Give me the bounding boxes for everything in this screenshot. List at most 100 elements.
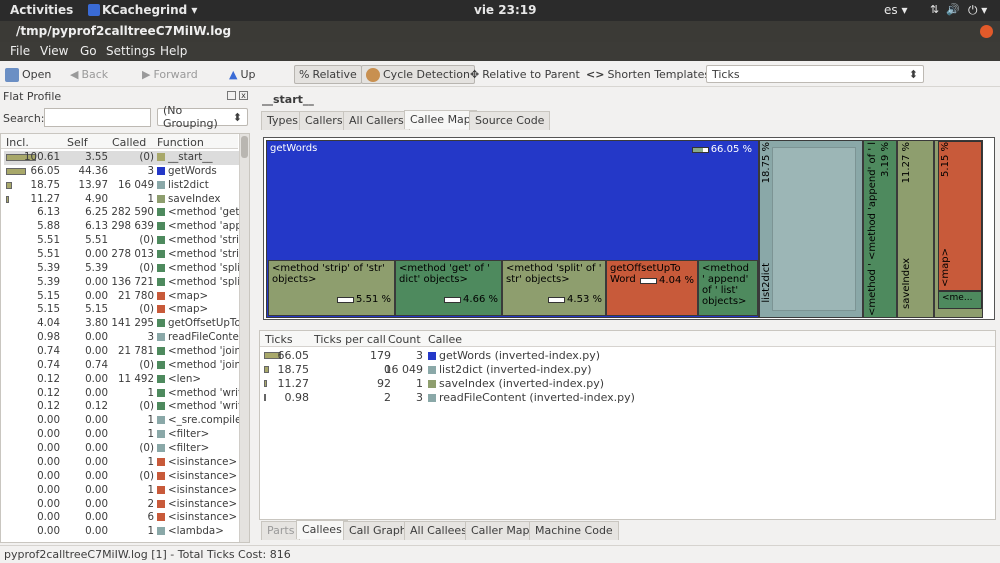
cycle-detection-toggle[interactable]: Cycle Detection (361, 65, 475, 84)
table-row[interactable]: 0.00 0.00 1 <lambda> (4, 525, 240, 539)
map-cell-strip[interactable]: <method 'strip' of 'str' objects> 5.51 % (268, 260, 395, 316)
table-row[interactable]: 0.12 0.00 1 <method 'writ (4, 387, 241, 401)
chevron-down-icon: ⬍ (232, 110, 242, 124)
relative-to-parent-button[interactable]: ✥ Relative to Parent (470, 65, 580, 84)
table-row[interactable]: 5.51 0.00 278 013 <method 'strip (4, 248, 241, 262)
table-row[interactable]: 0.00 0.00 6 <isinstance> (4, 511, 240, 525)
table-row[interactable]: 0.00 0.00 2 <isinstance> (4, 498, 240, 512)
table-row[interactable]: 11.27 92 1 saveIndex (inverted-index.py) (260, 377, 995, 391)
table-row[interactable]: 6.13 6.25 282 590 <method 'get' (4, 206, 241, 220)
shorten-templates-button[interactable]: <> Shorten Templates (586, 65, 710, 84)
table-row[interactable]: 5.88 6.13 298 639 <method 'appe (4, 220, 241, 234)
table-row[interactable]: 18.75 0 16 049 list2dict (inverted-index.py… (260, 363, 995, 377)
table-row[interactable]: 5.39 5.39 (0) <method 'split (4, 262, 241, 276)
incl-value: 18.75 (30, 178, 60, 191)
network-icon[interactable]: ⇅ (930, 3, 939, 16)
tab-source-code[interactable]: Source Code (469, 111, 551, 130)
map-cell-split[interactable]: <method 'split' of ' str' objects> 4.53 % (502, 260, 606, 316)
map-pct-method-append: 3.19 % (880, 142, 891, 177)
table-row[interactable]: 0.00 0.00 (0) <isinstance> (4, 470, 240, 484)
table-row[interactable]: 0.00 0.00 1 <isinstance> (4, 484, 240, 498)
table-row[interactable]: 0.00 0.00 1 <filter> (4, 428, 240, 442)
volume-icon[interactable]: 🔊 (946, 3, 960, 16)
tab-parts[interactable]: Parts (261, 521, 301, 540)
tab-machine-code[interactable]: Machine Code (529, 521, 619, 540)
map-cell-me[interactable]: <me... (938, 291, 982, 309)
map-cell-getoffset[interactable]: getOffsetUpTo Word 4.04 % (606, 260, 698, 316)
col-called[interactable]: Called (112, 136, 146, 149)
vertical-scrollbar[interactable] (239, 134, 249, 542)
table-row[interactable]: 66.05 179 3 getWords (inverted-index.py) (260, 349, 995, 363)
close-panel-icon[interactable]: x (239, 91, 248, 100)
search-input[interactable] (44, 108, 151, 127)
tab-types[interactable]: Types (261, 111, 304, 130)
power-menu-button[interactable]: ⏻ ▾ (968, 3, 987, 18)
table-row[interactable]: 0.12 0.00 11 492 <len> (4, 373, 240, 387)
clock[interactable]: vie 23:19 (474, 3, 536, 17)
table-row[interactable]: 5.15 5.15 (0) <map> (4, 303, 240, 317)
activities-button[interactable]: Activities (10, 3, 73, 17)
tab-all-callers[interactable]: All Callers (343, 111, 410, 130)
menu-file[interactable]: File (10, 44, 30, 58)
up-button[interactable]: ▲ Up (229, 65, 256, 84)
table-row[interactable]: 0.00 0.00 (0) <filter> (4, 442, 240, 456)
self-value: 4.90 (85, 192, 108, 205)
table-row[interactable]: 100.61 3.55 (0) __start__ (4, 151, 240, 165)
open-button[interactable]: Open (5, 65, 51, 84)
tab-all-callees[interactable]: All Callees (404, 521, 473, 540)
map-cell-list2dict[interactable] (759, 140, 863, 318)
table-row[interactable]: 0.98 0.00 3 readFileConte (4, 331, 240, 345)
table-row[interactable]: 0.98 2 3 readFileContent (inverted-index.py… (260, 391, 995, 405)
grouping-select[interactable]: (No Grouping) ⬍ (157, 104, 248, 130)
map-pct-saveindex: 11.27 % (901, 142, 912, 184)
menu-settings[interactable]: Settings (106, 44, 155, 58)
table-row[interactable]: 0.00 0.00 1 <isinstance> (4, 456, 240, 470)
menu-view[interactable]: View (40, 44, 68, 58)
forward-button[interactable]: ▶ Forward (142, 65, 198, 84)
table-row[interactable]: 0.74 0.74 (0) <method 'join' (4, 359, 241, 373)
table-row[interactable]: 5.51 5.51 (0) <method 'strip (4, 234, 241, 248)
app-menu-button[interactable]: KCachegrind ▾ (102, 3, 197, 17)
self-value: 0.00 (85, 511, 108, 524)
table-row[interactable]: 4.04 3.80 141 295 getOffsetUpTo (4, 317, 241, 331)
incl-bar (6, 181, 12, 189)
event-type-select[interactable]: Ticks ⬍ (706, 65, 924, 83)
table-row[interactable]: 66.05 44.36 3 getWords (4, 165, 240, 179)
function-name: __start__ (157, 151, 241, 163)
tab-caller-map[interactable]: Caller Map (465, 521, 536, 540)
tab-callers[interactable]: Callers (299, 111, 349, 130)
relative-toggle[interactable]: % Relative (294, 65, 362, 84)
table-row[interactable]: 5.15 0.00 21 780 <map> (4, 290, 240, 304)
map-cell-list2dict-child (772, 147, 856, 311)
col-incl[interactable]: Incl. (6, 136, 29, 149)
table-row[interactable]: 0.12 0.12 (0) <method 'writ (4, 400, 241, 414)
close-icon[interactable] (980, 25, 993, 38)
col-function[interactable]: Function (157, 136, 204, 149)
float-panel-icon[interactable] (227, 91, 236, 100)
col-ticks-per-call[interactable]: Ticks per call (314, 333, 386, 346)
back-button[interactable]: ◀ Back (70, 65, 108, 84)
tab-call-graph[interactable]: Call Graph (343, 521, 413, 540)
tab-callee-map[interactable]: Callee Map (404, 110, 477, 129)
col-self[interactable]: Self (67, 136, 88, 149)
col-count[interactable]: Count (388, 333, 421, 346)
function-color-swatch (157, 527, 165, 536)
table-row[interactable]: 0.00 0.00 1<_sre.compile> (4, 414, 241, 428)
table-row[interactable]: 0.74 0.00 21 781 <method 'join' (4, 345, 241, 359)
col-callee[interactable]: Callee (428, 333, 462, 346)
menu-help[interactable]: Help (160, 44, 187, 58)
map-cell-append[interactable]: <method ' append' of ' list' objects> (698, 260, 758, 316)
function-name: <map> (157, 303, 241, 315)
col-ticks[interactable]: Ticks (265, 333, 293, 346)
table-row[interactable]: 11.27 4.90 1 saveIndex (4, 193, 240, 207)
scrollbar-thumb[interactable] (241, 136, 248, 158)
forward-arrow-icon: ▶ (142, 68, 151, 81)
called-value: 1 (147, 192, 154, 205)
table-row[interactable]: 18.75 13.97 16 049 list2dict (4, 179, 240, 193)
tab-callees[interactable]: Callees (296, 520, 348, 539)
table-row[interactable]: 5.39 0.00 136 721 <method 'split (4, 276, 241, 290)
called-value: 1 (147, 428, 154, 441)
map-cell-get[interactable]: <method 'get' of ' dict' objects> 4.66 % (395, 260, 502, 316)
menu-go[interactable]: Go (80, 44, 97, 58)
language-indicator[interactable]: es ▾ (884, 3, 907, 17)
